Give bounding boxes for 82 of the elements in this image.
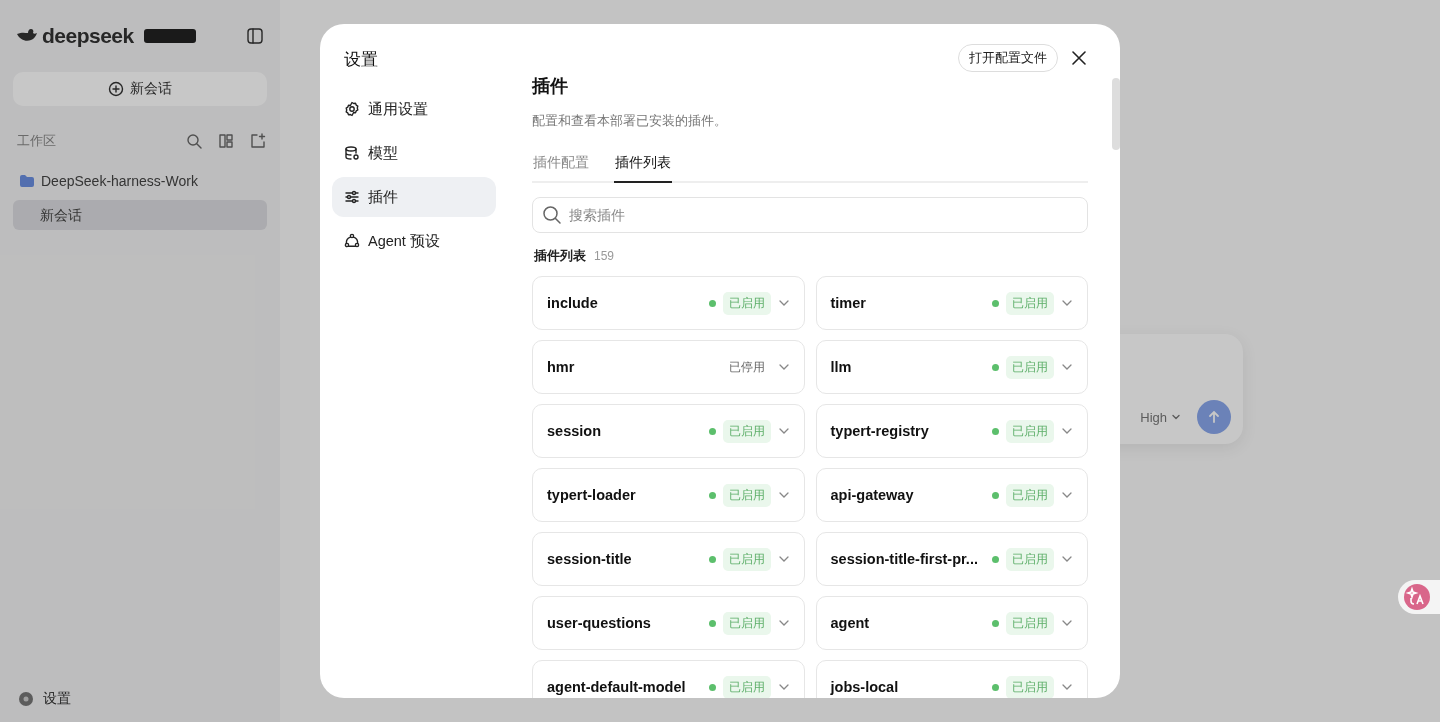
plugin-name: agent: [830, 615, 870, 631]
plugin-card[interactable]: jobs-local 已启用: [815, 660, 1088, 698]
plugin-name: session-title-first-pr...: [830, 551, 978, 567]
list-count: 159: [594, 249, 615, 263]
nodes-icon: [344, 233, 360, 249]
status-badge: 已启用: [1006, 291, 1054, 315]
status-badge: 已启用: [1006, 419, 1054, 443]
version-badge: [143, 29, 196, 43]
status-badge: 已启用: [722, 547, 771, 571]
nav-item[interactable]: Agent 预设: [332, 221, 496, 261]
sliders-icon: [344, 189, 360, 205]
plugin-name: include: [547, 295, 598, 311]
plugin-card[interactable]: session 已启用: [532, 404, 805, 458]
plugin-card[interactable]: agent 已启用: [815, 596, 1088, 650]
send-button[interactable]: [1197, 400, 1231, 434]
translate-icon: [1404, 584, 1430, 610]
search-icon: [185, 132, 203, 150]
tab[interactable]: 插件列表: [614, 148, 672, 183]
plugin-card[interactable]: session-title 已启用: [532, 532, 805, 586]
tab[interactable]: 插件配置: [532, 148, 590, 183]
status-badge: 已启用: [722, 419, 771, 443]
close-icon: [1072, 51, 1086, 65]
arrow-up-icon: [1207, 410, 1221, 424]
status-badge: 已启用: [1006, 611, 1054, 635]
folder-icon: [19, 174, 35, 188]
grid-icon: [217, 132, 235, 150]
plugin-name: typert-loader: [547, 487, 636, 503]
status-badge: 已启用: [1006, 675, 1054, 698]
new-chat-button[interactable]: 新会话: [13, 72, 267, 106]
status-badge: 已启用: [722, 611, 771, 635]
plugin-name: llm: [830, 359, 852, 375]
plugin-card[interactable]: agent-default-model 已启用: [532, 660, 805, 698]
session-item[interactable]: 新会话: [13, 200, 267, 230]
status-badge: 已启用: [1006, 355, 1054, 379]
plugin-name: session: [547, 423, 601, 439]
translate-button[interactable]: [1398, 580, 1440, 614]
nav-item[interactable]: 插件: [332, 177, 496, 217]
plugin-name: timer: [830, 295, 866, 311]
nav-item[interactable]: 模型: [332, 133, 496, 173]
plugin-card[interactable]: llm 已启用: [815, 340, 1088, 394]
logo-text: deepseek: [42, 24, 134, 48]
plugin-name: api-gateway: [830, 487, 914, 503]
plugin-name: session-title: [547, 551, 632, 567]
whale-icon: [16, 28, 38, 44]
plugin-card[interactable]: hmr 已停用: [532, 340, 805, 394]
status-badge: 已启用: [722, 675, 771, 698]
plugin-card[interactable]: session-title-first-pr... 已启用: [815, 532, 1088, 586]
database-icon: [344, 145, 360, 161]
section-description: 配置和查看本部署已安装的插件。: [532, 112, 728, 130]
plugin-name: typert-registry: [830, 423, 929, 439]
new-folder-icon: [249, 132, 267, 150]
plugin-card[interactable]: api-gateway 已启用: [815, 468, 1088, 522]
list-label: 插件列表: [534, 247, 586, 265]
gear-icon: [17, 690, 35, 708]
open-config-button[interactable]: 打开配置文件: [958, 44, 1058, 72]
scrollbar[interactable]: [1112, 78, 1120, 150]
section-heading: 插件: [532, 75, 569, 98]
status-badge: 已启用: [722, 483, 771, 507]
plugin-name: jobs-local: [830, 679, 899, 695]
plugin-name: hmr: [547, 359, 575, 375]
status-badge: 已启用: [722, 291, 771, 315]
gear-icon: [344, 101, 360, 117]
project-item[interactable]: DeepSeek-harness-Work: [13, 166, 267, 196]
plugin-card[interactable]: typert-loader 已启用: [532, 468, 805, 522]
plugin-name: agent-default-model: [547, 679, 686, 695]
dialog-title: 设置: [343, 49, 379, 71]
plugin-name: user-questions: [547, 615, 651, 631]
plus-circle-icon: [108, 81, 124, 97]
sidebar-toggle-icon: [246, 27, 264, 45]
plugin-card[interactable]: include 已启用: [532, 276, 805, 330]
plugin-card[interactable]: typert-registry 已启用: [815, 404, 1088, 458]
status-badge: 已启用: [1006, 547, 1054, 571]
status-text: 已停用: [727, 359, 766, 375]
chevron-down-icon: [1171, 412, 1181, 422]
nav-item[interactable]: 通用设置: [332, 89, 496, 129]
effort-selector[interactable]: High: [1140, 409, 1181, 425]
search-field[interactable]: 搜索插件: [532, 197, 1088, 233]
plugin-card[interactable]: timer 已启用: [815, 276, 1088, 330]
status-badge: 已启用: [1006, 483, 1054, 507]
settings-link[interactable]: 设置: [13, 690, 267, 708]
plugin-card[interactable]: user-questions 已启用: [532, 596, 805, 650]
section-label: 工作区: [17, 132, 56, 150]
